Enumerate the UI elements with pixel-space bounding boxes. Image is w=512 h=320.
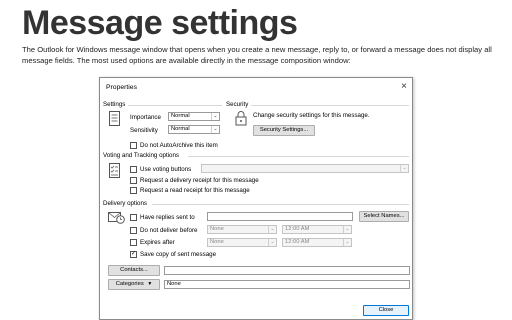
replies-sent-to-field[interactable] bbox=[207, 212, 353, 221]
dialog-title: Properties bbox=[106, 84, 137, 91]
close-icon[interactable]: × bbox=[401, 81, 407, 93]
use-voting-label: Use voting buttons bbox=[140, 166, 192, 173]
chevron-down-icon: ⌄ bbox=[268, 239, 276, 246]
sensitivity-value: Normal bbox=[171, 126, 190, 132]
expires-after-time-value: 12:00 AM bbox=[285, 239, 310, 245]
expires-after-date-select[interactable]: None ⌄ bbox=[207, 238, 277, 247]
security-settings-button[interactable]: Security Settings... bbox=[253, 125, 315, 136]
expires-after-label: Expires after bbox=[140, 239, 175, 246]
properties-dialog: Properties × Settings Importance Normal … bbox=[99, 77, 413, 320]
document-list-icon bbox=[109, 111, 120, 126]
chevron-down-icon: ⌄ bbox=[343, 239, 351, 246]
no-autoarchive-label: Do not AutoArchive this item bbox=[140, 142, 218, 149]
replies-sent-to-checkbox[interactable] bbox=[130, 214, 137, 221]
no-autoarchive-checkbox[interactable] bbox=[130, 142, 137, 149]
categories-field[interactable]: None bbox=[164, 280, 410, 289]
save-copy-label: Save copy of sent message bbox=[140, 251, 217, 258]
do-not-deliver-time-value: 12:00 AM bbox=[285, 226, 310, 232]
close-button[interactable]: Close bbox=[363, 305, 409, 316]
intro-paragraph: The Outlook for Windows message window t… bbox=[22, 45, 492, 65]
importance-label: Importance bbox=[130, 114, 161, 121]
envelope-clock-icon bbox=[108, 212, 125, 224]
expires-after-time-select[interactable]: 12:00 AM ⌄ bbox=[282, 238, 352, 247]
do-not-deliver-checkbox[interactable] bbox=[130, 227, 137, 234]
chevron-down-icon: ⌄ bbox=[211, 113, 219, 120]
settings-separator bbox=[128, 105, 222, 106]
do-not-deliver-label: Do not deliver before bbox=[140, 227, 198, 234]
importance-select[interactable]: Normal ⌄ bbox=[168, 112, 220, 121]
delivery-group-label: Delivery options bbox=[103, 200, 148, 207]
voting-buttons-select[interactable]: ⌄ bbox=[201, 164, 409, 173]
lock-icon bbox=[235, 111, 247, 126]
sensitivity-label: Sensitivity bbox=[130, 127, 158, 134]
security-description: Change security settings for this messag… bbox=[253, 112, 370, 119]
chevron-down-icon: ⌄ bbox=[343, 226, 351, 233]
expires-after-date-value: None bbox=[210, 239, 224, 245]
do-not-deliver-date-select[interactable]: None ⌄ bbox=[207, 225, 277, 234]
expires-after-checkbox[interactable] bbox=[130, 239, 137, 246]
security-group-label: Security bbox=[226, 101, 249, 108]
delivery-receipt-checkbox[interactable] bbox=[130, 177, 137, 184]
voting-group-label: Voting and Tracking options bbox=[103, 152, 180, 159]
contacts-field[interactable] bbox=[164, 266, 410, 275]
read-receipt-checkbox[interactable] bbox=[130, 187, 137, 194]
chevron-down-icon: ⌄ bbox=[211, 126, 219, 133]
page-title: Message settings bbox=[22, 4, 298, 42]
replies-sent-to-label: Have replies sent to bbox=[140, 214, 195, 221]
delivery-receipt-label: Request a delivery receipt for this mess… bbox=[140, 177, 259, 184]
categories-button-label: Categories bbox=[115, 281, 144, 287]
voting-separator bbox=[188, 156, 409, 157]
sensitivity-select[interactable]: Normal ⌄ bbox=[168, 125, 220, 134]
categories-button[interactable]: Categories ▼ bbox=[108, 279, 160, 290]
contacts-button[interactable]: Contacts... bbox=[108, 265, 160, 276]
security-separator bbox=[251, 105, 409, 106]
voting-list-icon bbox=[109, 163, 120, 178]
do-not-deliver-date-value: None bbox=[210, 226, 224, 232]
caret-down-icon: ▼ bbox=[147, 281, 153, 287]
chevron-down-icon: ⌄ bbox=[268, 226, 276, 233]
settings-group-label: Settings bbox=[103, 101, 126, 108]
save-copy-checkbox[interactable]: ✓ bbox=[130, 251, 137, 258]
chevron-down-icon: ⌄ bbox=[400, 165, 408, 172]
do-not-deliver-time-select[interactable]: 12:00 AM ⌄ bbox=[282, 225, 352, 234]
importance-value: Normal bbox=[171, 113, 190, 119]
select-names-button[interactable]: Select Names... bbox=[359, 211, 409, 222]
read-receipt-label: Request a read receipt for this message bbox=[140, 187, 250, 194]
delivery-separator bbox=[152, 204, 409, 205]
use-voting-checkbox[interactable] bbox=[130, 166, 137, 173]
